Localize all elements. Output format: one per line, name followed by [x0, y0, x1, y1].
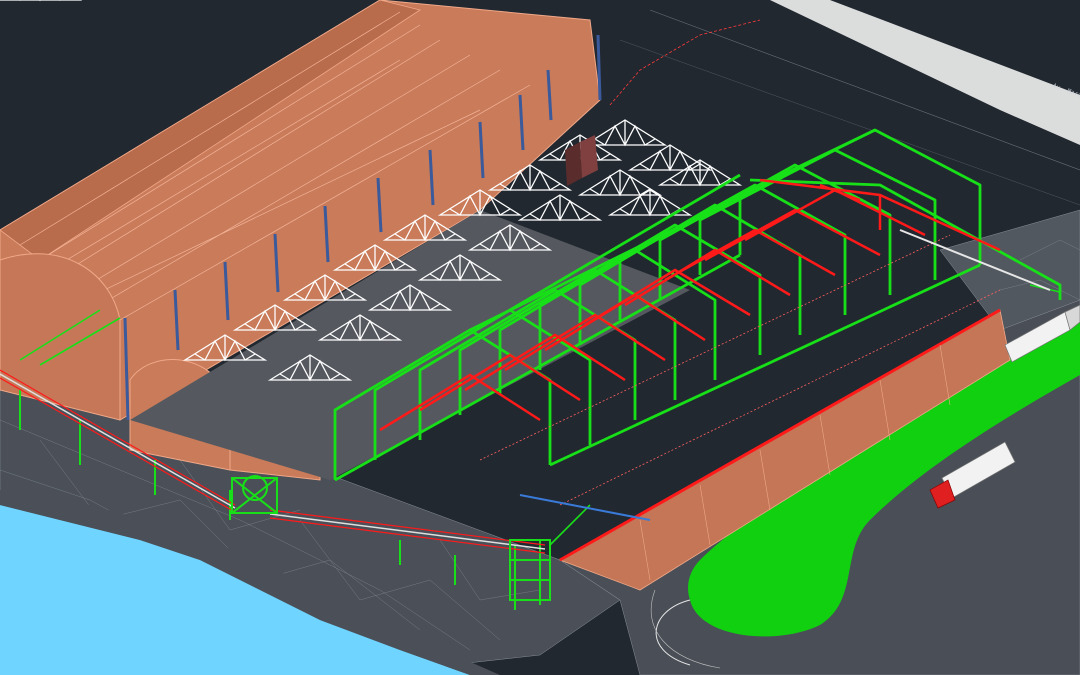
- model-space-drawing[interactable]: [0, 0, 1080, 675]
- existing-warehouse: [0, 0, 690, 481]
- road-strip: [609, 0, 1080, 206]
- cad-viewport[interactable]: Av. Marg.: [0, 0, 1080, 675]
